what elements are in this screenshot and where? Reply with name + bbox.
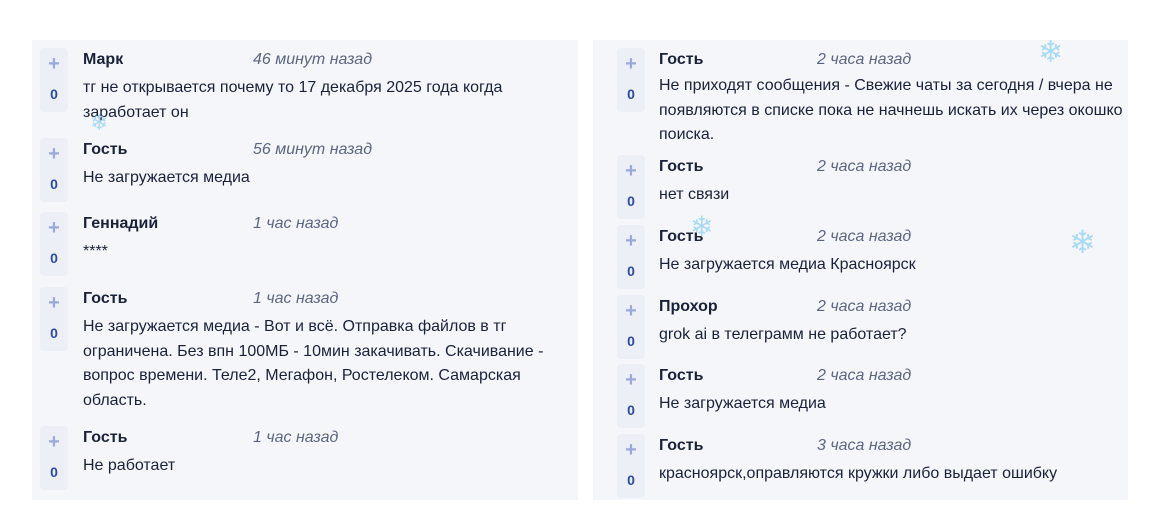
vote-count: 0 [50,86,58,102]
comment-author[interactable]: Гость [83,429,127,447]
comment-item: + 0 Марк 46 минут назад тг не открываетс… [32,40,578,140]
comment-text: Не загружается медиа [83,169,250,186]
comment-time: 2 часа назад [817,51,912,68]
comment-item: + 0 Гость 3 часа назад красноярск,оправл… [593,426,1128,498]
comment-item: + 0 Прохор 2 часа назад grok ai в телегр… [593,287,1128,359]
comment-time: 2 часа назад [817,367,912,384]
vote-widget: + 0 [40,138,68,202]
comment-author[interactable]: Гость [659,228,703,246]
upvote-button[interactable]: + [617,297,645,325]
comment-item: + 0 Гость 1 час назад Не работает [32,418,578,490]
vote-widget: + 0 [617,434,645,498]
comment-time: 46 минут назад [253,51,373,68]
comment-item: + 0 Гость 2 часа назад нет связи [593,147,1128,219]
comment-text: Не загружается медиа [659,395,826,412]
comment-author[interactable]: Гость [659,367,703,385]
upvote-button[interactable]: + [40,50,68,78]
comment-time: 56 минут назад [253,141,373,158]
comment-author[interactable]: Гость [659,437,703,455]
comment-item: + 0 Гость 2 часа назад Не загружается ме… [593,356,1128,428]
vote-widget: + 0 [40,287,68,351]
comment-text: Не приходят сообщения - Свежие чаты за с… [659,77,1123,143]
vote-count: 0 [627,472,635,488]
vote-widget: + 0 [40,426,68,490]
vote-widget: + 0 [617,155,645,219]
vote-widget: + 0 [40,212,68,276]
upvote-button[interactable]: + [617,227,645,255]
vote-widget: + 0 [617,295,645,359]
comment-author[interactable]: Геннадий [83,215,158,233]
comment-author[interactable]: Прохор [659,298,718,316]
comment-time: 2 часа назад [817,298,912,315]
comment-author[interactable]: Гость [83,141,127,159]
comment-text: Не загружается медиа - Вот и всё. Отправ… [83,318,544,409]
comment-time: 1 час назад [253,215,339,232]
comment-text: тг не открывается почему то 17 декабря 2… [83,79,503,121]
vote-count: 0 [627,402,635,418]
upvote-button[interactable]: + [617,436,645,464]
comment-item: + 0 Гость 2 часа назад Не приходят сообщ… [593,40,1128,150]
vote-count: 0 [50,176,58,192]
upvote-button[interactable]: + [617,157,645,185]
comment-time: 2 часа назад [817,158,912,175]
vote-count: 0 [627,86,635,102]
upvote-button[interactable]: + [40,214,68,242]
comment-time: 1 час назад [253,429,339,446]
comments-panel-left: + 0 Марк 46 минут назад тг не открываетс… [32,40,578,500]
comment-author[interactable]: Марк [83,51,123,69]
upvote-button[interactable]: + [40,289,68,317]
vote-widget: + 0 [617,364,645,428]
comment-text: нет связи [659,186,730,203]
vote-widget: + 0 [40,48,68,112]
comment-text: Не загружается медиа Красноярск [659,256,916,273]
comment-time: 3 часа назад [817,437,912,454]
comment-text: Не работает [83,457,176,474]
comment-time: 2 часа назад [817,228,912,245]
comment-author[interactable]: Гость [659,51,703,69]
vote-count: 0 [627,333,635,349]
comment-text: **** [83,243,108,260]
comment-text: grok ai в телеграмм не работает? [659,326,907,343]
comments-panel-right: + 0 Гость 2 часа назад Не приходят сообщ… [593,40,1128,500]
comment-text: красноярск,оправляются кружки либо выдае… [659,465,1058,482]
vote-widget: + 0 [617,48,645,112]
vote-count: 0 [627,193,635,209]
comment-time: 1 час назад [253,290,339,307]
comment-author[interactable]: Гость [83,290,127,308]
comment-item: + 0 Геннадий 1 час назад **** [32,204,578,276]
comment-author[interactable]: Гость [659,158,703,176]
vote-widget: + 0 [617,225,645,289]
upvote-button[interactable]: + [40,428,68,456]
vote-count: 0 [627,263,635,279]
vote-count: 0 [50,464,58,480]
vote-count: 0 [50,250,58,266]
comment-item: + 0 Гость 56 минут назад Не загружается … [32,130,578,202]
upvote-button[interactable]: + [617,50,645,78]
comment-item: + 0 Гость 2 часа назад Не загружается ме… [593,217,1128,289]
comment-item: + 0 Гость 1 час назад Не загружается мед… [32,279,578,409]
vote-count: 0 [50,325,58,341]
upvote-button[interactable]: + [617,366,645,394]
upvote-button[interactable]: + [40,140,68,168]
